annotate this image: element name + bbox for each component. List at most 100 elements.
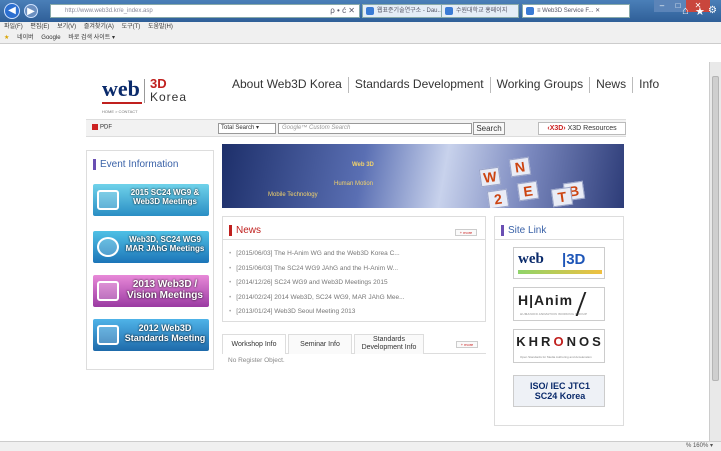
search-input[interactable]: Google™ Custom Search bbox=[278, 123, 472, 134]
logo-korea-text: Korea bbox=[150, 90, 188, 104]
logo-underline bbox=[102, 102, 142, 104]
menu-bar: 파일(F) 편집(E) 보기(V) 즐겨찾기(A) 도구(T) 도움말(H) bbox=[0, 22, 721, 33]
tab-standards-development-info[interactable]: Standards Development Info bbox=[354, 334, 424, 354]
x3d-logo-icon: ‹X3D› bbox=[547, 125, 566, 132]
zoom-indicator[interactable]: % 160% ▾ bbox=[0, 441, 721, 451]
running-figure-icon bbox=[575, 292, 605, 316]
tab-favicon-icon bbox=[366, 7, 374, 15]
menu-view[interactable]: 보기(V) bbox=[57, 24, 76, 30]
iso-logo-text: ISO/ IEC JTC1 SC24 Korea bbox=[529, 381, 591, 401]
document-icon bbox=[97, 325, 119, 345]
web3d-korea-logo[interactable]: web 3D Korea bbox=[102, 76, 202, 106]
menu-tools[interactable]: 도구(T) bbox=[122, 24, 141, 30]
pdf-label: PDF bbox=[100, 124, 112, 131]
hero-text-human-motion: Human Motion bbox=[334, 181, 374, 187]
nav-standards[interactable]: Standards Development bbox=[349, 77, 491, 93]
minimize-icon[interactable]: – bbox=[654, 0, 670, 12]
breadcrumb[interactable]: HOME > CONTACT bbox=[102, 109, 138, 114]
khronos-link[interactable]: KHRONOS Open Standards for Media Authori… bbox=[513, 329, 605, 363]
event-banner-2012[interactable]: 2012 Web3D Standards Meeting bbox=[93, 319, 209, 351]
info-tabs: Workshop Info Seminar Info Standards Dev… bbox=[222, 334, 486, 354]
search-scope-select[interactable]: Total Search ▾ bbox=[218, 123, 276, 134]
news-item[interactable]: [2015/06/03] The SC24 WG9 JAhG and the H… bbox=[229, 262, 481, 277]
web3d-consortium-link[interactable]: web |3D bbox=[513, 247, 605, 279]
fav-star-icon[interactable]: ★ bbox=[4, 35, 9, 41]
tab-label: 웹표준기술연구소 - Dau... bbox=[377, 8, 443, 14]
browser-tab-3[interactable]: ≡ Web3D Service F... ✕ bbox=[522, 4, 630, 18]
web3d-logo-3d: |3D bbox=[562, 251, 586, 268]
favorites-star-icon[interactable]: ★ bbox=[695, 5, 705, 18]
tab-favicon-icon bbox=[526, 7, 534, 15]
nav-working-groups[interactable]: Working Groups bbox=[491, 77, 591, 93]
news-divider bbox=[223, 239, 485, 240]
nav-info[interactable]: Info bbox=[633, 77, 665, 93]
menu-help[interactable]: 도움말(H) bbox=[148, 24, 173, 30]
event-banner-2015[interactable]: 2015 SC24 WG9 & Web3D Meetings bbox=[93, 184, 209, 216]
home-icon[interactable]: ⌂ bbox=[682, 5, 689, 17]
hanim-logo-text: H|Anim bbox=[518, 292, 574, 308]
iso-iec-jtc1-link[interactable]: ISO/ IEC JTC1 SC24 Korea bbox=[513, 375, 605, 407]
hanim-link[interactable]: H|Anim HUMANOID ANIMATION WORKING GROUP bbox=[513, 287, 605, 321]
x3d-label: X3D Resources bbox=[567, 125, 617, 132]
browser-titlebar: ◀ ▶ http://www.web3d.kr/e_index.asp ρ • … bbox=[0, 0, 721, 22]
site-toolbar: PDF Total Search ▾ Google™ Custom Search… bbox=[86, 119, 626, 137]
fav-quick-search[interactable]: 바로 검색 사이트 ▾ bbox=[68, 35, 115, 41]
menu-edit[interactable]: 편집(E) bbox=[30, 24, 49, 30]
tab-label: 수원대학교 홍페이지 bbox=[456, 8, 508, 14]
khronos-logo-a: KHR bbox=[516, 334, 554, 349]
browser-tab-2[interactable]: 수원대학교 홍페이지 bbox=[441, 4, 519, 18]
search-button[interactable]: Search bbox=[473, 122, 505, 135]
tab-seminar-info[interactable]: Seminar Info bbox=[288, 334, 352, 354]
news-panel: News + more [2015/06/03] The H-Anim WG a… bbox=[222, 216, 486, 322]
event-banner-web3d-sc24[interactable]: Web3D, SC24 WG9 MAR JAhG Meetings bbox=[93, 231, 209, 263]
letter-tile-2-icon: 2 bbox=[486, 188, 510, 208]
logo-web-text: web bbox=[102, 76, 140, 101]
menu-favorites[interactable]: 즐겨찾기(A) bbox=[84, 24, 114, 30]
khronos-logo-text: KHRONOS bbox=[514, 334, 606, 349]
favorites-bar: ★ 네이버 Google 바로 검색 사이트 ▾ bbox=[0, 33, 721, 44]
settings-gear-icon[interactable]: ⚙ bbox=[708, 5, 717, 16]
tab-label: ≡ Web3D Service F... ✕ bbox=[537, 8, 601, 14]
news-more-button[interactable]: + more bbox=[455, 229, 477, 236]
menu-file[interactable]: 파일(F) bbox=[4, 24, 23, 30]
fav-naver[interactable]: 네이버 bbox=[17, 35, 34, 41]
event-banner-text: 2013 Web3D / Vision Meetings bbox=[127, 279, 203, 301]
address-text: http://www.web3d.kr/e_index.asp bbox=[65, 8, 153, 14]
site-link-divider bbox=[495, 239, 623, 240]
pdf-link[interactable]: PDF bbox=[92, 124, 112, 131]
top-navigation: About Web3D Korea Standards Development … bbox=[226, 77, 665, 93]
logo-divider bbox=[144, 79, 145, 103]
news-item[interactable]: [2015/06/03] The H-Anim WG and the Web3D… bbox=[229, 247, 481, 262]
forward-button[interactable]: ▶ bbox=[24, 4, 38, 18]
event-banner-text: 2012 Web3D Standards Meeting bbox=[124, 323, 206, 343]
scrollbar-thumb[interactable] bbox=[712, 76, 719, 381]
news-list: [2015/06/03] The H-Anim WG and the Web3D… bbox=[229, 247, 481, 320]
tab-workshop-info[interactable]: Workshop Info bbox=[222, 334, 286, 354]
address-tools-icon[interactable]: ρ • ć ✕ bbox=[330, 5, 355, 17]
event-banner-2013[interactable]: 2013 Web3D / Vision Meetings bbox=[93, 275, 209, 307]
x3d-resources-link[interactable]: ‹X3D› X3D Resources bbox=[538, 122, 626, 135]
nav-about[interactable]: About Web3D Korea bbox=[226, 77, 349, 93]
khronos-logo-o: O bbox=[553, 334, 567, 349]
news-item[interactable]: [2013/01/24] Web3D Seoul Meeting 2013 bbox=[229, 305, 481, 320]
hero-banner: Web 3D Human Motion Mobile Technology W … bbox=[222, 144, 624, 208]
vertical-scrollbar[interactable] bbox=[709, 62, 721, 441]
web3d-logo-web: web bbox=[518, 251, 544, 267]
news-item[interactable]: [2014/02/24] 2014 Web3D, SC24 WG9, MAR J… bbox=[229, 291, 481, 306]
logo-3d-text: 3D bbox=[150, 76, 167, 91]
globe-icon bbox=[97, 237, 119, 257]
khronos-subtitle: Open Standards for Media Authoring and A… bbox=[520, 355, 592, 359]
pdf-icon bbox=[92, 124, 98, 130]
monitor-icon bbox=[97, 190, 119, 210]
news-item[interactable]: [2014/12/26] SC24 WG9 and Web3D Meetings… bbox=[229, 276, 481, 291]
nav-news[interactable]: News bbox=[590, 77, 634, 93]
address-bar[interactable]: http://www.web3d.kr/e_index.asp ρ • ć ✕ bbox=[50, 4, 360, 18]
fav-google[interactable]: Google bbox=[41, 35, 60, 41]
back-button[interactable]: ◀ bbox=[4, 3, 20, 19]
khronos-logo-b: NOS bbox=[566, 334, 604, 349]
event-information-title: Event Information bbox=[93, 159, 178, 170]
letter-tile-w-icon: W bbox=[478, 166, 502, 188]
event-banner-text: 2015 SC24 WG9 & Web3D Meetings bbox=[130, 188, 200, 206]
tabs-more-button[interactable]: + more bbox=[456, 341, 478, 348]
hero-text-mobile: Mobile Technology bbox=[268, 192, 318, 198]
